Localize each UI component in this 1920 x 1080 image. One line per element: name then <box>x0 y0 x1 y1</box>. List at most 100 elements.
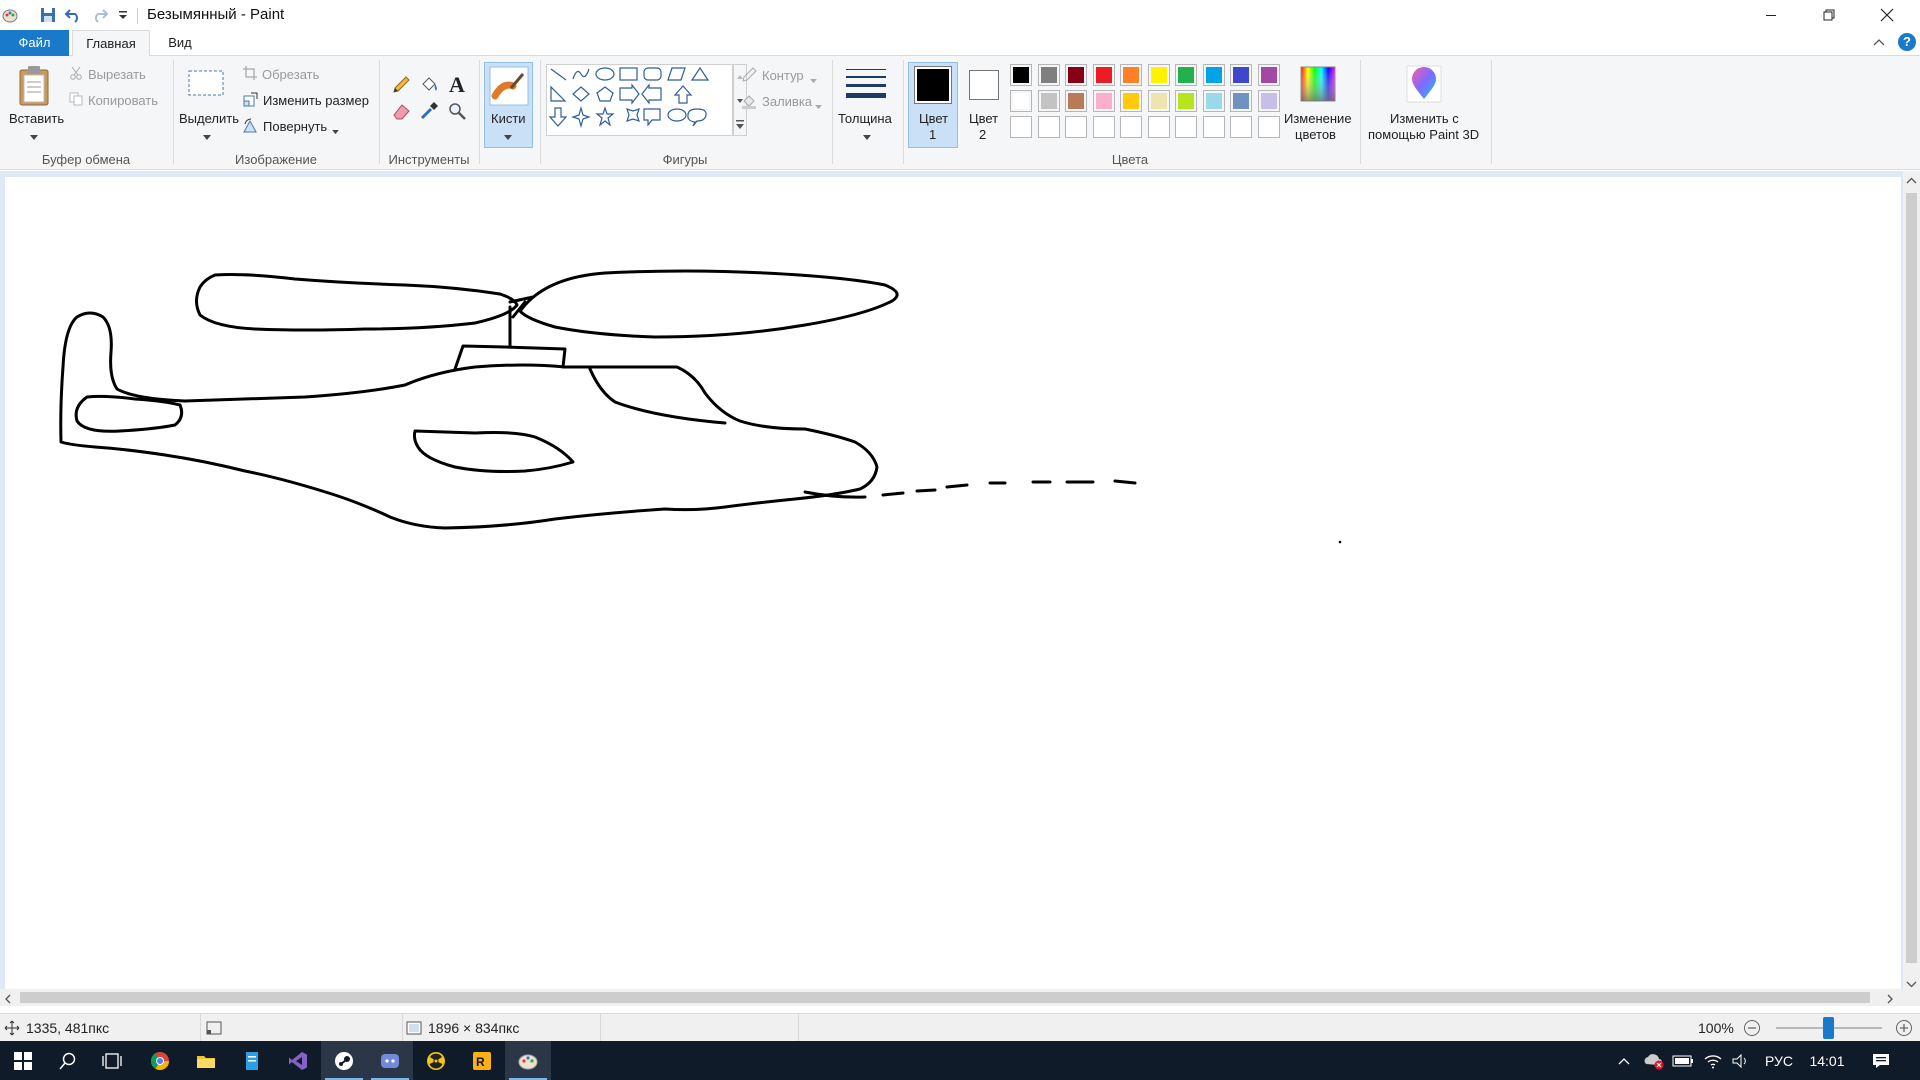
zoom-in-icon[interactable] <box>1895 1019 1913 1040</box>
palette-empty-swatch[interactable] <box>1120 116 1142 138</box>
tab-file[interactable]: Файл <box>0 30 69 56</box>
vertical-scroll-thumb[interactable] <box>1906 193 1917 963</box>
horizontal-scroll-thumb[interactable] <box>20 992 1870 1003</box>
color2-swatch[interactable] <box>969 70 999 100</box>
text-icon[interactable]: A <box>446 72 470 96</box>
line-size-icon[interactable] <box>845 66 887 102</box>
palette-empty-swatch[interactable] <box>1257 116 1280 138</box>
input-language[interactable]: РУС <box>1758 1041 1800 1080</box>
scroll-up-icon[interactable] <box>1906 174 1917 188</box>
palette-swatch[interactable] <box>1230 90 1252 112</box>
paste-dropdown-icon[interactable] <box>30 130 38 144</box>
palette-swatch[interactable] <box>1065 90 1087 112</box>
paint3d-label-1[interactable]: Изменить с <box>1390 111 1459 126</box>
eraser-icon[interactable] <box>390 100 412 122</box>
notepad-icon[interactable] <box>229 1041 275 1080</box>
palette-swatch[interactable] <box>1257 90 1280 112</box>
edit-colors-icon[interactable] <box>1298 64 1338 104</box>
redo-icon[interactable] <box>90 5 110 25</box>
palette-empty-swatch[interactable] <box>1065 116 1087 138</box>
select-icon[interactable] <box>186 68 226 98</box>
palette-swatch[interactable] <box>1257 64 1280 86</box>
paste-button[interactable]: Вставить <box>9 111 64 126</box>
select-button[interactable]: Выделить <box>179 111 239 126</box>
paint-taskbar-icon[interactable] <box>505 1041 551 1080</box>
palette-swatch[interactable] <box>1037 90 1060 112</box>
palette-swatch[interactable] <box>1147 90 1170 112</box>
shapes-gallery[interactable] <box>546 64 733 136</box>
palette-swatch[interactable] <box>1202 64 1225 86</box>
palette-swatch[interactable] <box>1092 64 1115 86</box>
onedrive-error-icon[interactable] <box>1640 1041 1666 1080</box>
magnifier-icon[interactable] <box>446 100 468 122</box>
outline-button[interactable]: Контур <box>762 68 804 83</box>
file-explorer-icon[interactable] <box>183 1041 229 1080</box>
help-icon[interactable]: ? <box>1898 33 1916 51</box>
notifications-icon[interactable] <box>1866 1041 1896 1080</box>
tab-view[interactable]: Вид <box>160 30 200 56</box>
radiation-app-icon[interactable] <box>413 1041 459 1080</box>
drawing-canvas[interactable] <box>5 177 1901 989</box>
palette-swatch[interactable] <box>1092 90 1115 112</box>
color1-swatch[interactable] <box>914 66 952 104</box>
palette-swatch[interactable] <box>1120 90 1142 112</box>
search-icon[interactable] <box>45 1041 91 1080</box>
palette-empty-swatch[interactable] <box>1202 116 1225 138</box>
size-dropdown-icon[interactable] <box>863 130 871 144</box>
zoom-out-icon[interactable] <box>1743 1019 1761 1040</box>
fill-button[interactable]: Заливка <box>762 94 812 109</box>
edit-colors-label-2[interactable]: цветов <box>1295 127 1336 142</box>
restore-button[interactable] <box>1800 0 1858 30</box>
palette-swatch[interactable] <box>1175 90 1197 112</box>
volume-icon[interactable] <box>1728 1041 1754 1080</box>
color-picker-icon[interactable] <box>418 100 440 122</box>
paint-app-icon[interactable] <box>0 5 20 25</box>
palette-swatch[interactable] <box>1065 64 1087 86</box>
rockstar-launcher-icon[interactable]: R <box>459 1041 505 1080</box>
rotate-dropdown-icon[interactable] <box>332 124 339 138</box>
tab-home[interactable]: Главная <box>72 30 150 57</box>
palette-empty-swatch[interactable] <box>1010 116 1032 138</box>
palette-empty-swatch[interactable] <box>1175 116 1197 138</box>
cut-button[interactable]: Вырезать <box>88 67 146 82</box>
task-view-icon[interactable] <box>89 1041 135 1080</box>
rotate-button[interactable]: Повернуть <box>263 119 327 134</box>
palette-swatch[interactable] <box>1175 64 1197 86</box>
palette-empty-swatch[interactable] <box>1092 116 1115 138</box>
palette-empty-swatch[interactable] <box>1037 116 1060 138</box>
battery-icon[interactable] <box>1670 1041 1696 1080</box>
palette-swatch[interactable] <box>1010 90 1032 112</box>
paint3d-icon[interactable] <box>1404 64 1444 104</box>
steam-icon[interactable] <box>321 1041 367 1080</box>
edit-colors-label-1[interactable]: Изменение <box>1284 111 1352 126</box>
palette-empty-swatch[interactable] <box>1230 116 1252 138</box>
brushes-dropdown-icon[interactable] <box>504 130 512 144</box>
wifi-icon[interactable] <box>1700 1041 1726 1080</box>
crop-button[interactable]: Обрезать <box>262 67 319 82</box>
palette-swatch[interactable] <box>1147 64 1170 86</box>
horizontal-scrollbar[interactable] <box>0 989 1903 1006</box>
visual-studio-icon[interactable] <box>275 1041 321 1080</box>
vertical-scrollbar[interactable] <box>1903 171 1920 989</box>
start-button[interactable] <box>0 1041 46 1080</box>
clipboard-icon[interactable] <box>14 64 54 108</box>
palette-swatch[interactable] <box>1010 64 1032 86</box>
palette-swatch[interactable] <box>1230 64 1252 86</box>
scroll-right-icon[interactable] <box>1886 993 1894 1007</box>
outline-dropdown-icon[interactable] <box>810 73 817 87</box>
palette-swatch[interactable] <box>1120 64 1142 86</box>
palette-empty-swatch[interactable] <box>1147 116 1170 138</box>
scroll-left-icon[interactable] <box>4 993 12 1007</box>
select-dropdown-icon[interactable] <box>203 130 211 144</box>
close-button[interactable] <box>1858 0 1916 30</box>
fill-dropdown-icon[interactable] <box>815 99 822 113</box>
pencil-icon[interactable] <box>390 74 412 96</box>
collapse-ribbon-icon[interactable] <box>1872 36 1886 50</box>
palette-swatch[interactable] <box>1202 90 1225 112</box>
minimize-button[interactable] <box>1742 0 1800 30</box>
fill-icon[interactable] <box>418 74 440 96</box>
resize-button[interactable]: Изменить размер <box>263 93 369 108</box>
chrome-icon[interactable] <box>137 1041 183 1080</box>
copy-button[interactable]: Копировать <box>88 93 158 108</box>
paint3d-label-2[interactable]: помощью Paint 3D <box>1368 127 1479 142</box>
